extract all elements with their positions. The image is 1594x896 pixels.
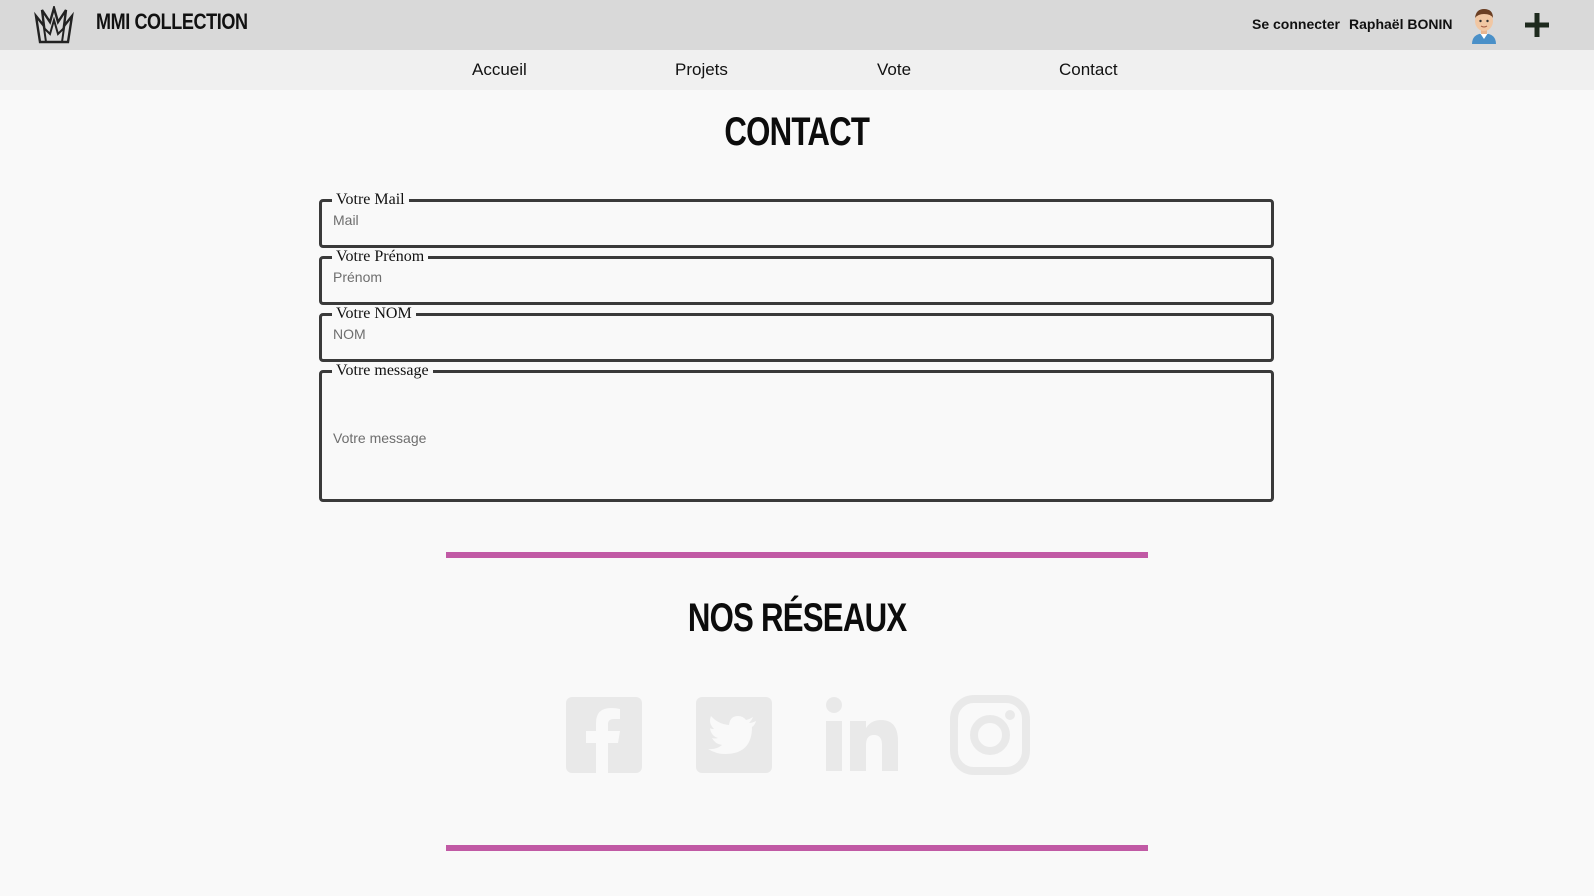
message-field: Votre message (319, 362, 1274, 502)
lastname-field: Votre NOM (319, 305, 1274, 362)
instagram-icon[interactable] (950, 695, 1030, 775)
contact-title: CONTACT (724, 110, 871, 154)
nav-item-projets[interactable]: Projets (675, 60, 728, 80)
section-divider-top (446, 552, 1148, 558)
lastname-field-label: Votre NOM (336, 305, 412, 322)
twitter-icon[interactable] (694, 695, 774, 775)
firstname-field: Votre Prénom (319, 248, 1274, 305)
main-nav: Accueil Projets Vote Contact (0, 50, 1594, 90)
login-link[interactable]: Se connecter (1252, 16, 1340, 32)
user-avatar-icon[interactable] (1469, 6, 1499, 44)
lastname-input[interactable] (333, 323, 1253, 345)
message-textarea[interactable] (333, 378, 1253, 482)
social-icons (0, 695, 1594, 775)
mail-field-label: Votre Mail (336, 191, 405, 208)
crown-logo-icon[interactable] (34, 6, 74, 44)
section-divider-bottom (446, 845, 1148, 851)
top-header: MMI COLLECTION Se connecter Raphaël BONI… (0, 0, 1594, 50)
firstname-input[interactable] (333, 266, 1253, 288)
mail-field: Votre Mail (319, 191, 1274, 248)
brand-title[interactable]: MMI COLLECTION (96, 9, 248, 35)
message-field-label: Votre message (336, 362, 429, 379)
mail-input[interactable] (333, 209, 1253, 231)
nav-item-contact[interactable]: Contact (1059, 60, 1118, 80)
nav-item-accueil[interactable]: Accueil (472, 60, 527, 80)
firstname-field-label: Votre Prénom (336, 248, 425, 265)
plus-icon[interactable] (1523, 11, 1551, 39)
nav-item-vote[interactable]: Vote (877, 60, 911, 80)
social-title: NOS RÉSEAUX (687, 596, 907, 640)
facebook-icon[interactable] (564, 695, 644, 775)
user-name[interactable]: Raphaël BONIN (1349, 16, 1452, 32)
linkedin-icon[interactable] (822, 695, 902, 775)
